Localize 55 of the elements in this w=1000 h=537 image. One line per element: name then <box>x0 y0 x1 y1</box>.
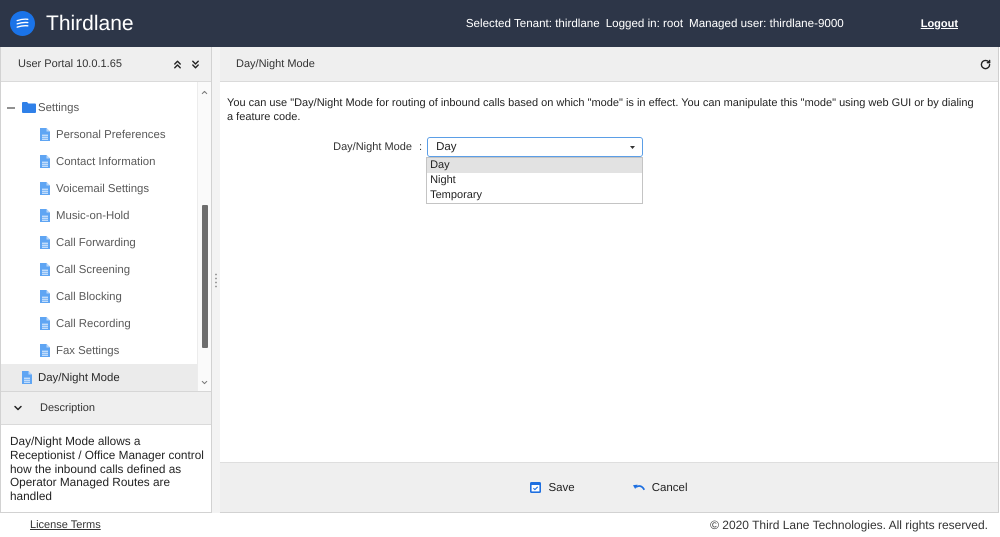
double-chevron-down-icon <box>189 58 202 70</box>
description-title: Description <box>40 402 96 414</box>
scrollbar[interactable] <box>197 82 211 391</box>
tree-item[interactable]: Day/Night Mode <box>1 364 197 391</box>
copyright-text: © 2020 Third Lane Technologies. All rights reserved. <box>710 518 988 532</box>
sidebar-title: User Portal 10.0.1.65 <box>18 58 122 70</box>
refresh-icon <box>980 58 991 70</box>
description-text: Day/Night Mode allows a Receptionist / Office Manager control how the inbound calls defined as Operator Managed Routes are handled <box>9 433 205 506</box>
document-icon <box>40 344 50 357</box>
tree-item[interactable]: Call Screening <box>1 256 197 283</box>
tree-item[interactable]: Call Blocking <box>1 283 197 310</box>
save-button[interactable]: Save <box>530 480 575 496</box>
session-info: Managed user: thirdlane-9000 <box>689 17 844 30</box>
session-info: Logged in: root <box>606 17 684 30</box>
tree-item[interactable]: Voicemail Settings <box>1 175 197 202</box>
double-chevron-up-icon <box>171 58 184 70</box>
tree-item[interactable]: Settings <box>1 94 197 121</box>
logo-icon <box>10 11 35 36</box>
license-link[interactable]: License Terms <box>30 519 101 531</box>
document-icon <box>40 128 50 141</box>
scroll-up-icon[interactable] <box>200 88 209 97</box>
tree-item[interactable]: Fax Settings <box>1 337 197 364</box>
tree-item[interactable]: Call Recording <box>1 310 197 337</box>
tree-item[interactable]: Personal Preferences <box>1 121 197 148</box>
document-icon <box>22 371 32 384</box>
tree-item[interactable]: Music-on-Hold <box>1 202 197 229</box>
session-info: Selected Tenant: thirdlane <box>466 17 600 30</box>
scroll-down-icon[interactable] <box>200 378 209 387</box>
document-icon <box>40 290 50 303</box>
intro-text: You can use "Day/Night Mode for routing of inbound calls based on which "mode" is in effect. You can manipulate this "mode" using web GUI or by dialing a feature code. <box>227 96 975 124</box>
document-icon <box>40 155 50 168</box>
expand-all-button[interactable] <box>189 58 202 70</box>
description-header[interactable]: Description <box>1 392 211 425</box>
document-icon <box>40 236 50 249</box>
brand-name: Thirdlane <box>46 12 134 36</box>
page-title: Day/Night Mode <box>236 58 315 70</box>
scroll-thumb[interactable] <box>202 205 208 348</box>
field-separator: : <box>419 141 422 153</box>
mode-select[interactable]: Day <box>427 137 644 157</box>
field-label: Day/Night Mode <box>332 141 412 153</box>
caret-icon <box>630 146 636 148</box>
tree-item[interactable]: Call Forwarding <box>1 229 197 256</box>
refresh-button[interactable] <box>979 58 992 70</box>
document-icon <box>40 182 50 195</box>
undo-icon <box>632 484 645 491</box>
dropdown-option[interactable]: Day <box>427 158 642 173</box>
save-icon <box>530 482 542 493</box>
logout-link[interactable]: Logout <box>920 18 958 30</box>
document-icon <box>40 209 50 222</box>
tree-item[interactable]: Contact Information <box>1 148 197 175</box>
collapse-all-button[interactable] <box>171 58 184 70</box>
cancel-button[interactable]: Cancel <box>632 480 688 496</box>
folder-icon <box>22 102 36 113</box>
document-icon <box>40 263 50 276</box>
document-icon <box>40 317 50 330</box>
